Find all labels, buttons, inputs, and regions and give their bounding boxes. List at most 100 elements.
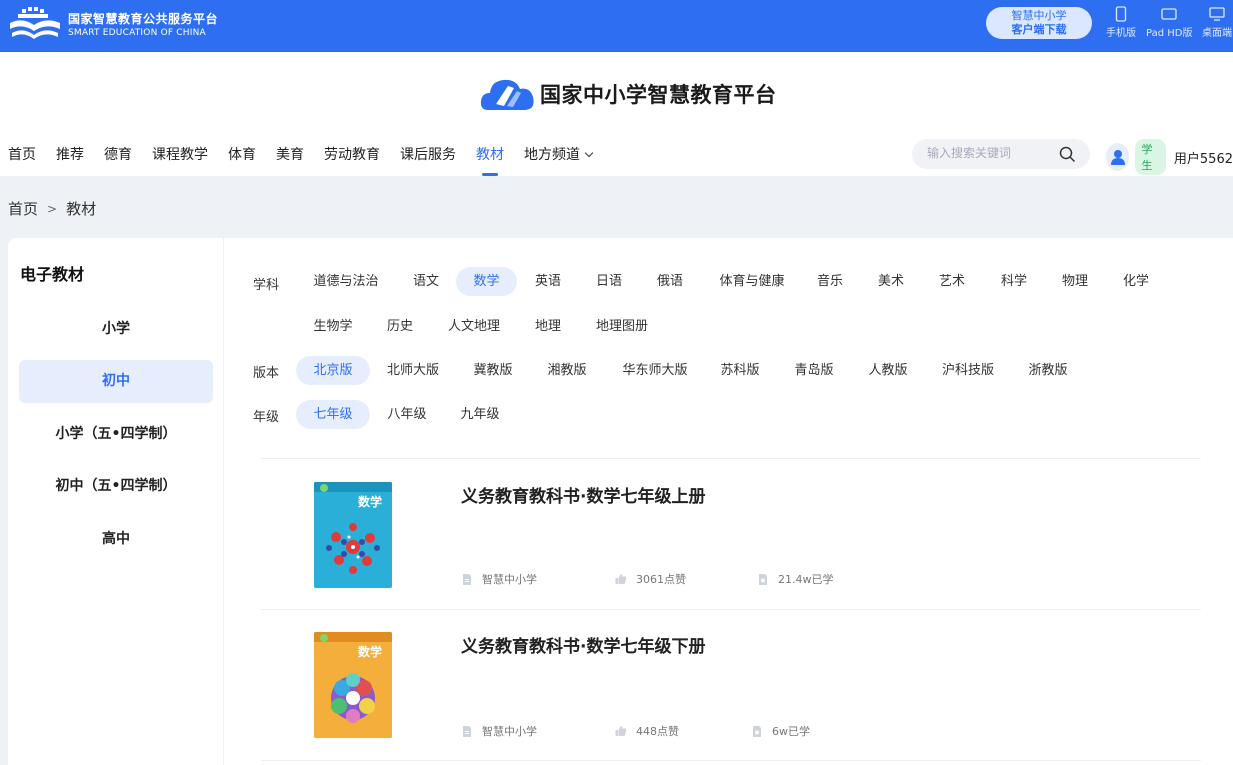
breadcrumb: 首页 > 教材 (8, 198, 96, 219)
book-likes[interactable]: 448点赞 (615, 723, 679, 739)
sidebar-item-primary-54[interactable]: 小学（五•四学制） (19, 413, 213, 456)
book-likes-text: 3061点赞 (636, 573, 686, 586)
download-line-2: 客户端下载 (1011, 23, 1067, 36)
main-nav: 首页 推荐 德育 课程教学 体育 美育 劳动教育 课后服务 教材 地方频道 (8, 144, 612, 176)
subject-chip[interactable]: 道德与法治 (307, 267, 385, 296)
sidebar-item-junior-54[interactable]: 初中（五•四学制） (19, 465, 213, 508)
book-cover[interactable]: 数学 (314, 482, 392, 588)
brand-logo[interactable]: 国家中小学智慧教育平台 (478, 70, 777, 118)
subject-chip[interactable]: 人文地理 (439, 312, 509, 341)
edition-chip[interactable]: 冀教版 (462, 356, 524, 385)
subject-chip[interactable]: 地理图册 (587, 312, 657, 341)
edition-chip[interactable]: 人教版 (858, 356, 918, 385)
edition-chip[interactable]: 华东师大版 (612, 356, 698, 385)
download-line-1: 智慧中小学 (1011, 9, 1067, 22)
edition-chip[interactable]: 苏科版 (710, 356, 770, 385)
subject-chip[interactable]: 美术 (865, 267, 917, 296)
device-pad-link[interactable]: Pad HD版 (1146, 6, 1192, 39)
subject-chip[interactable]: 艺术 (926, 267, 978, 296)
sidebar-item-primary[interactable]: 小学 (19, 308, 213, 351)
sidebar-item-senior[interactable]: 高中 (19, 518, 213, 561)
role-badge: 学生 (1135, 139, 1166, 175)
grade-label: 年级 (253, 410, 280, 425)
subject-chip[interactable]: 音乐 (804, 267, 856, 296)
book-source: 智慧中小学 (461, 723, 537, 739)
nav-home[interactable]: 首页 (8, 144, 36, 174)
book-likes[interactable]: 3061点赞 (615, 571, 686, 587)
search-box (912, 139, 1090, 169)
phone-icon (1115, 6, 1127, 22)
client-download-button[interactable]: 智慧中小学 客户端下载 (986, 7, 1092, 39)
book-title[interactable]: 义务教育教科书·数学七年级下册 (461, 632, 705, 657)
svg-text:数学: 数学 (358, 494, 382, 509)
grade-chip[interactable]: 九年级 (450, 400, 510, 429)
stage-sidebar: 电子教材 小学 初中 小学（五•四学制） 初中（五•四学制） 高中 (8, 238, 223, 765)
book-likes-text: 448点赞 (636, 725, 679, 738)
nav-local-label: 地方频道 (524, 147, 580, 163)
edition-label: 版本 (253, 366, 280, 381)
sidebar-item-junior[interactable]: 初中 (19, 360, 213, 403)
grade-chip[interactable]: 八年级 (377, 400, 437, 429)
platform-logo[interactable]: 国家智慧教育公共服务平台 SMART EDUCATION OF CHINA (8, 7, 218, 43)
book-item[interactable]: 数学 义务教育教科书·数学七年级下册 智慧中小学 448点赞 6w已学 (261, 610, 1201, 760)
subject-chip[interactable]: 科学 (988, 267, 1040, 296)
book-learned-text: 21.4w已学 (778, 573, 834, 586)
svg-text:数学: 数学 (358, 644, 382, 659)
breadcrumb-current: 教材 (66, 200, 97, 218)
subject-chip[interactable]: 英语 (522, 267, 574, 296)
nav-textbooks[interactable]: 教材 (476, 144, 504, 176)
avatar[interactable] (1106, 143, 1130, 171)
subject-chip[interactable]: 俄语 (644, 267, 696, 296)
nav-recommend[interactable]: 推荐 (56, 144, 84, 174)
edition-chip-active[interactable]: 北京版 (296, 356, 370, 385)
subject-chip[interactable]: 生物学 (307, 312, 359, 341)
sidebar-title: 电子教材 (20, 265, 85, 284)
subject-chip[interactable]: 体育与健康 (709, 267, 795, 296)
nav-art[interactable]: 美育 (276, 144, 304, 174)
book-item[interactable]: 数学 义务教育教科书·数学七年级上册 智慧中小学 3061点赞 21.4w已学 (261, 459, 1201, 609)
grade-chip-active[interactable]: 七年级 (296, 400, 370, 429)
site-header: 国家中小学智慧教育平台 首页 推荐 德育 课程教学 体育 美育 劳动教育 课后服… (0, 52, 1233, 176)
book-learned: 21.4w已学 (757, 571, 834, 587)
nav-courses[interactable]: 课程教学 (152, 144, 208, 174)
desktop-icon (1209, 7, 1225, 21)
nav-pe[interactable]: 体育 (228, 144, 256, 174)
subject-chip[interactable]: 语文 (400, 267, 452, 296)
edition-chip[interactable]: 浙教版 (1018, 356, 1078, 385)
subject-chip[interactable]: 日语 (583, 267, 635, 296)
logo-icon (10, 7, 60, 39)
nav-after-school[interactable]: 课后服务 (400, 144, 456, 174)
subject-chip[interactable]: 物理 (1049, 267, 1101, 296)
book-title[interactable]: 义务教育教科书·数学七年级上册 (461, 482, 705, 507)
device-phone-link[interactable]: 手机版 (1106, 6, 1136, 39)
subject-chip-active[interactable]: 数学 (456, 267, 517, 296)
subject-label: 学科 (253, 278, 280, 293)
search-icon[interactable] (1059, 146, 1076, 163)
book-source-text: 智慧中小学 (482, 725, 537, 738)
nav-local-channel[interactable]: 地方频道 (524, 144, 594, 174)
user-info[interactable]: 学生 用户5562 (1106, 139, 1233, 175)
edition-chip[interactable]: 湘教版 (536, 356, 598, 385)
device-desktop-link[interactable]: 桌面端 (1202, 6, 1232, 39)
book-cover[interactable]: 数学 (314, 632, 392, 738)
edition-chip[interactable]: 沪科技版 (932, 356, 1004, 385)
edition-chip[interactable]: 青岛版 (784, 356, 844, 385)
subject-chip[interactable]: 化学 (1110, 267, 1162, 296)
username[interactable]: 用户5562 (1174, 148, 1233, 167)
divider (261, 760, 1201, 761)
breadcrumb-home[interactable]: 首页 (8, 198, 38, 219)
logo-title-cn: 国家智慧教育公共服务平台 (68, 11, 219, 26)
subject-chip[interactable]: 地理 (522, 312, 574, 341)
study-record-icon (759, 573, 767, 585)
edition-chip[interactable]: 北师大版 (379, 356, 447, 385)
subject-chip[interactable]: 历史 (374, 312, 426, 341)
nav-moral[interactable]: 德育 (104, 144, 132, 174)
book-learned: 6w已学 (751, 723, 810, 739)
brand-name: 国家中小学智慧教育平台 (540, 82, 777, 107)
search-input[interactable] (927, 146, 1057, 160)
breadcrumb-separator: > (47, 201, 58, 216)
chevron-down-icon (584, 148, 594, 158)
nav-labor[interactable]: 劳动教育 (324, 144, 380, 174)
document-icon (463, 725, 471, 737)
logo-title-en: SMART EDUCATION OF CHINA (68, 27, 206, 38)
